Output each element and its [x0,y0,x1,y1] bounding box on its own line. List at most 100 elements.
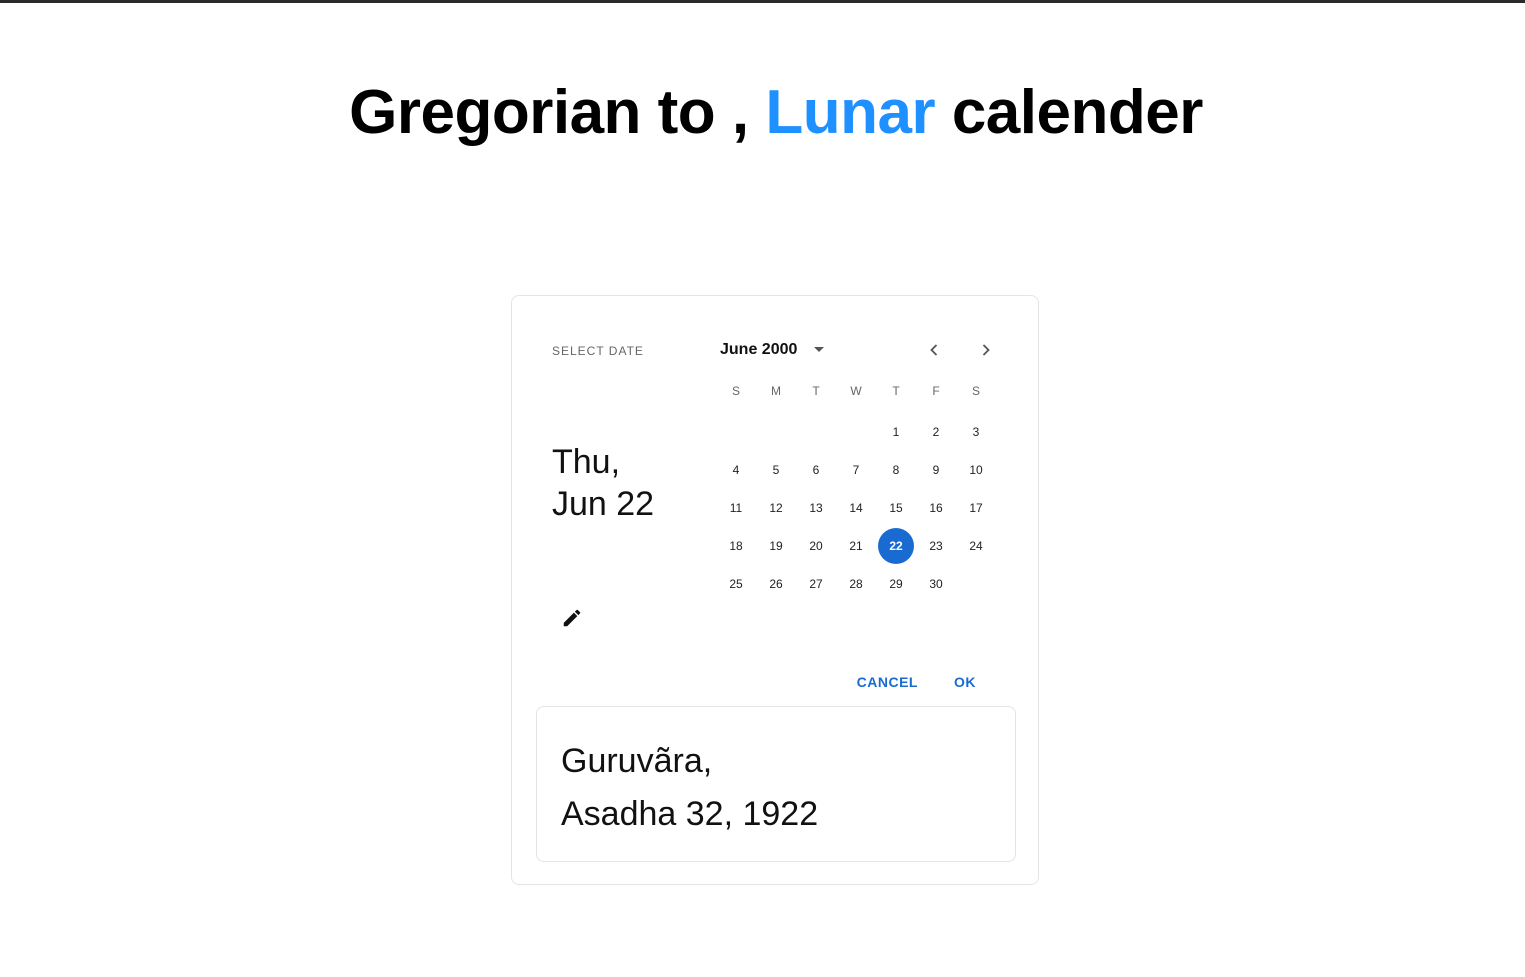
day-button[interactable]: 4 [718,452,754,488]
previous-month-button[interactable] [922,338,946,362]
next-month-button[interactable] [974,338,998,362]
week-row: 123 [716,413,996,451]
day-button[interactable]: 7 [838,452,874,488]
day-button[interactable]: 14 [838,490,874,526]
day-button[interactable]: 27 [798,566,834,602]
selected-weekday: Thu, [552,443,621,481]
day-cell: 19 [756,527,796,565]
day-button[interactable]: 26 [758,566,794,602]
day-cell: 3 [956,413,996,451]
weekday-label: F [932,384,940,398]
day-cell: 29 [876,565,916,603]
day-cell: 8 [876,451,916,489]
day-cell: 1 [876,413,916,451]
day-cell: 23 [916,527,956,565]
weekday-label: M [771,384,781,398]
day-cell: 26 [756,565,796,603]
day-cell: 22 [876,527,916,565]
week-row: 25 26 27 28 29 30 [716,565,996,603]
lunar-result-box: Guruvãra, Asadha 32, 1922 [536,706,1016,862]
day-button[interactable]: 9 [918,452,954,488]
day-button-selected[interactable]: 22 [878,528,914,564]
day-button[interactable]: 28 [838,566,874,602]
day-grid: 1 2 3 4 5 6 7 8 9 10 11 12 13 14 15 16 17 18 19 20 21 22 23 24 2… [716,413,996,603]
caret-down-icon [809,340,829,360]
day-button[interactable]: 25 [718,566,754,602]
day-cell: 2 [916,413,956,451]
day-button[interactable]: 10 [958,452,994,488]
day-button[interactable]: 29 [878,566,914,602]
day-cell: 11 [716,489,756,527]
weekday-label: T [812,384,820,398]
day-button[interactable]: 11 [718,490,754,526]
day-cell: 15 [876,489,916,527]
day-cell: 18 [716,527,756,565]
day-cell: 7 [836,451,876,489]
day-cell: 21 [836,527,876,565]
day-cell: 5 [756,451,796,489]
title-accent: Lunar [765,78,936,147]
day-button[interactable]: 8 [878,452,914,488]
day-button[interactable]: 2 [918,414,954,450]
page-title: Gregorian to , Lunar calender [0,75,1525,151]
day-cell: 27 [796,565,836,603]
day-button[interactable]: 21 [838,528,874,564]
select-date-label: SELECT DATE [552,344,644,358]
day-cell: 6 [796,451,836,489]
day-cell: 30 [916,565,956,603]
month-label: June 2000 [720,341,798,358]
day-cell: 14 [836,489,876,527]
day-cell [716,413,756,451]
day-cell: 20 [796,527,836,565]
chevron-left-icon [930,344,938,356]
day-cell [836,413,876,451]
day-cell: 25 [716,565,756,603]
edit-mode-button[interactable] [558,604,586,632]
cancel-button[interactable]: CANCEL [847,670,928,694]
day-button[interactable]: 20 [798,528,834,564]
day-cell [956,565,996,603]
week-row: 11 12 13 14 15 16 17 [716,489,996,527]
day-button[interactable]: 1 [878,414,914,450]
day-cell [756,413,796,451]
title-part-1: Gregorian to , [349,78,766,147]
day-button[interactable]: 17 [958,490,994,526]
day-cell: 16 [916,489,956,527]
day-cell: 4 [716,451,756,489]
selected-date-display: Thu, Jun 22 [552,441,654,525]
day-button[interactable]: 6 [798,452,834,488]
day-button[interactable]: 18 [718,528,754,564]
chevron-right-icon [982,344,990,356]
top-border [0,0,1525,3]
day-button[interactable]: 15 [878,490,914,526]
day-cell [796,413,836,451]
week-row: 4 5 6 7 8 9 10 [716,451,996,489]
day-button[interactable]: 23 [918,528,954,564]
ok-button[interactable]: OK [944,670,986,694]
lunar-weekday: Guruvãra, [561,742,713,780]
day-cell: 17 [956,489,996,527]
weekday-label: W [850,384,862,398]
day-button[interactable]: 12 [758,490,794,526]
day-cell: 13 [796,489,836,527]
day-cell: 9 [916,451,956,489]
selected-date: Jun 22 [552,485,655,523]
day-button[interactable]: 16 [918,490,954,526]
day-button[interactable]: 3 [958,414,994,450]
day-button[interactable]: 19 [758,528,794,564]
weekday-label: S [971,384,980,398]
pencil-icon [563,609,581,627]
day-cell: 12 [756,489,796,527]
weekday-header: SMTWTFS [716,384,996,398]
day-button[interactable]: 13 [798,490,834,526]
dialog-actions: CANCEL OK [847,670,986,694]
lunar-date: Asadha 32, 1922 [561,795,819,833]
weekday-label: S [731,384,740,398]
day-cell: 28 [836,565,876,603]
week-row: 18 19 20 21 22 23 24 [716,527,996,565]
day-button[interactable]: 24 [958,528,994,564]
day-cell: 24 [956,527,996,565]
day-button[interactable]: 30 [918,566,954,602]
month-year-switch[interactable]: June 2000 [720,340,829,360]
day-button[interactable]: 5 [758,452,794,488]
